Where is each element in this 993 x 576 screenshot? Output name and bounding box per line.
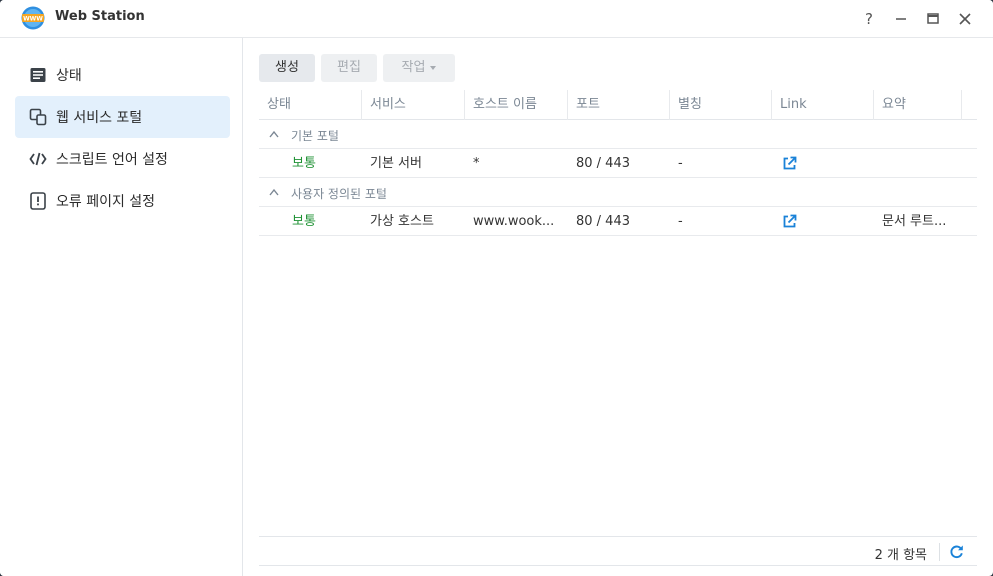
footer-divider (939, 543, 940, 561)
sidebar-item-label: 스크립트 언어 설정 (56, 152, 168, 168)
create-button[interactable]: 생성 (259, 54, 315, 82)
sidebar-item-error-page[interactable]: 오류 페이지 설정 (15, 180, 230, 222)
web-station-logo-icon: WWW (21, 6, 45, 30)
logo-text: WWW (23, 16, 43, 23)
alias-cell: - (678, 156, 683, 171)
service-cell: 기본 서버 (370, 156, 422, 171)
web-station-window: WWW Web Station ? 상태 웹 서비스 포털 스크립트 언어 설정… (0, 0, 993, 576)
portal-icon (29, 108, 47, 126)
group-label: 기본 포털 (291, 129, 339, 143)
sidebar-item-label: 오류 페이지 설정 (56, 194, 156, 210)
table-footer: 2 개 항목 (259, 536, 977, 566)
action-dropdown-button[interactable]: 작업 (383, 54, 455, 82)
caret-down-icon (430, 65, 437, 70)
sidebar-item-web-service-portal[interactable]: 웹 서비스 포털 (15, 96, 230, 138)
edit-button[interactable]: 편집 (321, 54, 377, 82)
port-cell: 80 / 443 (576, 156, 630, 171)
alias-cell: - (678, 214, 683, 229)
chevron-up-icon (269, 130, 279, 138)
sidebar: 상태 웹 서비스 포털 스크립트 언어 설정 오류 페이지 설정 (0, 38, 243, 576)
item-count: 2 개 항목 (874, 548, 927, 563)
close-icon (959, 13, 971, 25)
column-header-port[interactable]: 포트 (568, 90, 670, 120)
help-button[interactable]: ? (858, 8, 880, 30)
sidebar-item-label: 상태 (56, 68, 82, 84)
status-icon (30, 68, 46, 82)
group-header-custom-portal[interactable]: 사용자 정의된 포털 (259, 178, 977, 207)
status-cell: 보통 (292, 214, 316, 229)
host-cell: * (473, 156, 480, 171)
summary-cell: 문서 루트... (882, 214, 947, 229)
column-header-service[interactable]: 서비스 (362, 90, 465, 120)
group-label: 사용자 정의된 포털 (291, 187, 387, 201)
title-bar: WWW Web Station ? (0, 0, 993, 38)
column-header-alias[interactable]: 별칭 (670, 90, 772, 120)
main-content: 생성 편집 작업 상태 서비스 호스트 이름 포트 별칭 Link 요약 기본 … (244, 38, 993, 576)
minimize-button[interactable] (890, 8, 912, 30)
host-cell: www.wook... (473, 214, 555, 229)
error-page-icon (30, 192, 46, 210)
port-cell: 80 / 443 (576, 214, 630, 229)
refresh-icon[interactable] (949, 544, 964, 559)
footer-divider (259, 565, 977, 566)
code-icon (29, 152, 47, 166)
external-link-icon[interactable] (782, 214, 797, 229)
column-header-link[interactable]: Link (772, 90, 874, 120)
summary-cell (882, 149, 962, 178)
table-header: 상태 서비스 호스트 이름 포트 별칭 Link 요약 (259, 90, 977, 120)
service-cell: 가상 호스트 (370, 214, 434, 229)
sidebar-item-status[interactable]: 상태 (15, 54, 230, 96)
external-link-icon[interactable] (782, 156, 797, 171)
group-header-default-portal[interactable]: 기본 포털 (259, 120, 977, 149)
minimize-icon (896, 18, 906, 20)
status-cell: 보통 (292, 156, 316, 171)
sidebar-item-script-language[interactable]: 스크립트 언어 설정 (15, 138, 230, 180)
maximize-icon (927, 13, 939, 24)
chevron-up-icon (269, 188, 279, 196)
column-header-summary[interactable]: 요약 (874, 90, 962, 120)
table-row[interactable]: 보통 기본 서버 * 80 / 443 - (259, 149, 977, 178)
app-title: Web Station (55, 9, 145, 24)
table-row[interactable]: 보통 가상 호스트 www.wook... 80 / 443 - 문서 루트..… (259, 207, 977, 236)
column-header-host[interactable]: 호스트 이름 (465, 90, 568, 120)
close-button[interactable] (954, 8, 976, 30)
column-header-status[interactable]: 상태 (259, 90, 362, 120)
maximize-button[interactable] (922, 8, 944, 30)
action-label: 작업 (401, 60, 426, 75)
sidebar-item-label: 웹 서비스 포털 (56, 110, 143, 126)
